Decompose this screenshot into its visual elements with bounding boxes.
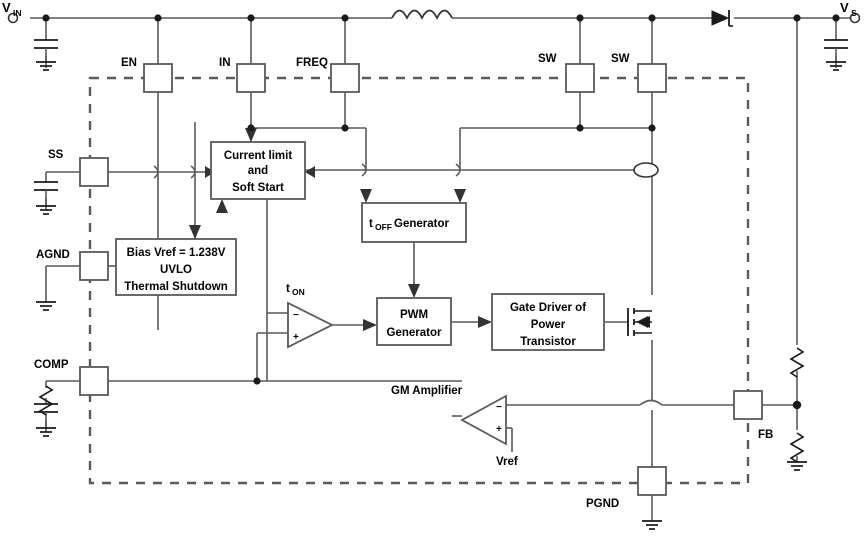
dot-cin xyxy=(42,14,50,22)
block-label-toff-main: Generator xyxy=(394,218,449,230)
label-vs: V xyxy=(840,0,849,15)
block-label-cl-3: Soft Start xyxy=(232,182,284,194)
pin-box-freq[interactable] xyxy=(330,63,360,93)
pin-box-comp[interactable] xyxy=(79,366,109,396)
diagram-canvas: V IN V S EN IN FREQ SW SW SS AGND COMP F… xyxy=(0,0,868,537)
label-vin-sub: IN xyxy=(13,8,22,18)
pin-box-ss[interactable] xyxy=(79,157,109,187)
block-label-pwm-2: Generator xyxy=(387,327,442,339)
label-vs-sub: S xyxy=(851,8,857,18)
dot-cout xyxy=(832,14,840,22)
pin-box-en[interactable] xyxy=(143,63,173,93)
ground-fb xyxy=(787,461,807,471)
dot-sw2-bus xyxy=(648,124,656,132)
block-label-gd-3: Transistor xyxy=(520,336,576,348)
pin-box-fb[interactable] xyxy=(733,390,763,420)
pin-box-sw1[interactable] xyxy=(565,63,595,93)
inductor-symbol xyxy=(391,8,453,20)
dot-freq-bus xyxy=(341,124,349,132)
arrow-into-toff-left xyxy=(360,189,372,203)
pin-label-comp: COMP xyxy=(34,359,69,371)
arrow-pwm-into-gate xyxy=(478,316,492,328)
dot-en xyxy=(154,14,162,22)
arrow-isense-into-cl xyxy=(305,166,315,178)
pin-box-pgnd[interactable] xyxy=(637,466,667,496)
amp-label-ton: t xyxy=(286,283,290,295)
pin-label-in: IN xyxy=(219,57,231,69)
nmos-bulk-arrow xyxy=(638,316,650,328)
arrow-into-toff-right xyxy=(454,189,466,203)
block-label-bias-2: UVLO xyxy=(160,264,192,276)
pin-box-agnd[interactable] xyxy=(79,251,109,281)
dot-freq xyxy=(341,14,349,22)
dot-sw1 xyxy=(576,14,584,22)
diode-triangle xyxy=(711,10,730,26)
dot-sw2 xyxy=(648,14,656,22)
text-layer: V IN V S EN IN FREQ SW SW SS AGND COMP F… xyxy=(2,0,857,510)
resistor-rcomp xyxy=(38,385,54,416)
amp-gm-plus: + xyxy=(496,424,502,435)
block-label-gd-2: Power xyxy=(531,319,566,331)
block-label-toff-sub: OFF xyxy=(375,222,392,232)
block-label-toff-prefix: t xyxy=(369,218,373,230)
dot-in xyxy=(247,14,255,22)
block-label-cl-1: Current limit xyxy=(224,150,293,162)
block-label-bias-3: Thermal Shutdown xyxy=(124,281,228,293)
pin-box-in[interactable] xyxy=(236,63,266,93)
pin-box-sw2[interactable] xyxy=(637,63,667,93)
block-label-gd-1: Gate Driver of xyxy=(510,302,586,314)
power-nmos-symbol xyxy=(627,308,652,336)
block-label-cl-2: and xyxy=(248,165,268,177)
arrow-toff-into-pwm xyxy=(408,284,420,298)
pin-label-en: EN xyxy=(121,57,137,69)
block-label-pwm-1: PWM xyxy=(400,309,428,321)
arrow-in-into-bias xyxy=(189,225,201,239)
catch-diode-symbol xyxy=(711,10,733,27)
pin-label-sw2: SW xyxy=(611,53,630,65)
amp-ton-minus: − xyxy=(293,310,299,321)
amp-label-gm: GM Amplifier xyxy=(391,385,463,397)
block-label-bias-1: Bias Vref = 1.238V xyxy=(127,247,226,259)
dot-sw1-bus xyxy=(576,124,584,132)
dot-comp-node xyxy=(253,377,261,385)
label-vref: Vref xyxy=(496,456,518,468)
ground-pgnd xyxy=(642,520,662,530)
pin-label-fb: FB xyxy=(758,429,773,441)
dot-in-bus xyxy=(247,124,255,132)
pin-label-ss: SS xyxy=(48,149,64,161)
amp-label-ton-sub: ON xyxy=(292,287,305,297)
arrow-ton-into-pwm xyxy=(363,319,377,331)
pin-label-freq: FREQ xyxy=(296,57,328,69)
wire-hop-fb xyxy=(639,399,663,406)
pin-label-sw1: SW xyxy=(538,53,557,65)
amp-gm-minus: − xyxy=(496,402,502,413)
ground-agnd xyxy=(36,301,56,311)
label-vin: V xyxy=(2,0,11,15)
pin-label-agnd: AGND xyxy=(36,249,70,261)
block-diagram-svg: V IN V S EN IN FREQ SW SW SS AGND COMP F… xyxy=(2,0,861,530)
dot-fb-node xyxy=(792,400,802,410)
sw-sense-node-oval xyxy=(633,162,659,178)
dot-vout xyxy=(793,14,801,22)
arrow-bias-into-cl xyxy=(216,199,228,213)
pin-label-pgnd: PGND xyxy=(586,498,619,510)
amp-ton-plus: + xyxy=(293,332,299,343)
